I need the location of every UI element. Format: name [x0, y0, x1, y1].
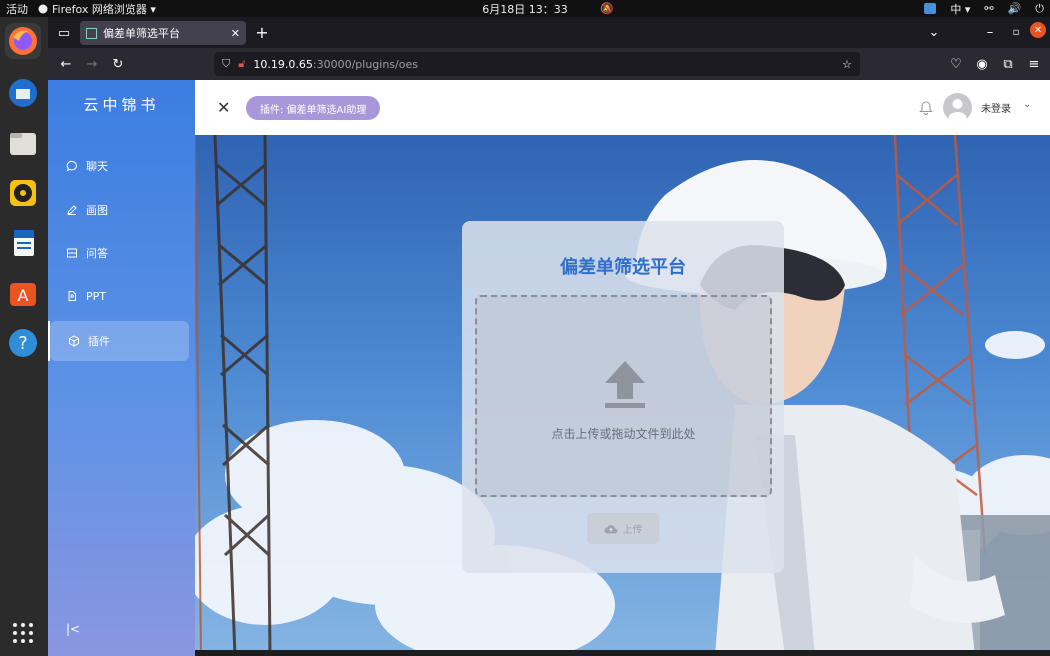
extensions-icon[interactable]: ⧉	[998, 54, 1018, 74]
upload-arrow-icon	[605, 361, 645, 408]
tab-title: 偏差单筛选平台	[103, 27, 180, 40]
sidebar-item-qa[interactable]: 问答	[48, 233, 195, 273]
sidebar-item-label: PPT	[86, 289, 106, 303]
app-menu[interactable]: Firefox 网络浏览器 ▾	[38, 1, 156, 17]
sidebar-item-label: 画图	[86, 204, 108, 217]
help-icon[interactable]: ?	[5, 325, 41, 361]
volume-icon[interactable]: 🔊	[1008, 2, 1022, 15]
plugin-icon	[69, 335, 79, 347]
files-icon[interactable]	[5, 125, 41, 161]
input-method-indicator[interactable]: 中 ▾	[950, 1, 970, 17]
sidebar-item-label: 问答	[86, 247, 108, 260]
reload-icon[interactable]: ↻	[108, 54, 128, 74]
chat-icon	[66, 160, 77, 172]
url-host: 10.19.0.65	[253, 57, 313, 71]
url-bar[interactable]: ⛉ 🔓︎ 10.19.0.65:30000/plugins/oes ☆	[214, 52, 860, 76]
pen-icon	[67, 205, 77, 215]
bell-icon[interactable]	[919, 99, 933, 115]
upload-button[interactable]: 上传	[587, 513, 659, 544]
sidebar-item-chat[interactable]: 聊天	[48, 146, 195, 186]
thunderbird-icon[interactable]	[5, 75, 41, 111]
writer-icon[interactable]	[5, 225, 41, 261]
tab-strip: ▭ 偏差单筛选平台 ✕ + ⌄ – ▫ ✕	[48, 17, 1050, 48]
back-icon[interactable]: ←	[56, 54, 76, 74]
cloud-upload-icon	[604, 524, 617, 533]
firefox-icon[interactable]	[5, 23, 41, 59]
file-drop-zone[interactable]: 点击上传或拖动文件到此处	[475, 295, 772, 497]
sidebar: 云中锦书 聊天 画图 问答 PPT 插件 |<	[48, 80, 195, 656]
qa-icon	[67, 248, 77, 258]
hero-background: 偏差单筛选平台 点击上传或拖动文件到此处 上传	[195, 135, 1050, 656]
app-indicator-icon[interactable]	[924, 3, 937, 14]
browser-chrome: ▭ 偏差单筛选平台 ✕ + ⌄ – ▫ ✕ ← → ↻ ⛉ 🔓︎ 10.19.0…	[48, 17, 1050, 80]
card-title: 偏差单筛选平台	[560, 257, 686, 278]
nav-bar: ← → ↻ ⛉ 🔓︎ 10.19.0.65:30000/plugins/oes …	[48, 48, 1050, 80]
clock[interactable]: 6月18日 13：33	[0, 1, 1050, 17]
svg-text:A: A	[18, 286, 29, 305]
maximize-icon[interactable]: ▫	[1006, 22, 1026, 42]
rhythmbox-icon[interactable]	[5, 175, 41, 211]
ppt-icon	[68, 291, 76, 301]
insecure-lock-icon[interactable]: 🔓︎	[238, 57, 245, 71]
tab-overview-icon[interactable]: ▭	[54, 23, 74, 43]
sidebar-item-draw[interactable]: 画图	[48, 190, 195, 230]
activities-button[interactable]: 活动	[0, 1, 34, 17]
power-icon[interactable]: ⏻	[1035, 2, 1044, 16]
sidebar-item-plugins[interactable]: 插件	[48, 321, 189, 361]
software-center-icon[interactable]: A	[5, 275, 41, 311]
new-tab-icon[interactable]: +	[252, 22, 272, 42]
shield-icon[interactable]: ⛉	[222, 57, 230, 71]
url-text[interactable]: 10.19.0.65:30000/plugins/oes	[253, 58, 418, 71]
menu-icon[interactable]: ≡	[1024, 54, 1044, 74]
bookmark-star-icon[interactable]: ☆	[842, 58, 852, 71]
user-name[interactable]: 未登录	[981, 100, 1011, 115]
account-icon[interactable]: ◉	[972, 54, 992, 74]
sidebar-item-label: 聊天	[86, 160, 108, 173]
firefox-small-icon	[38, 4, 48, 13]
show-apps-icon[interactable]	[5, 615, 41, 651]
app-header: ✕ 插件: 偏差单筛选AI助理 未登录 ⌄	[195, 80, 1050, 135]
web-app: 云中锦书 聊天 画图 问答 PPT 插件 |< ✕ 插件: 偏差单筛选AI助理	[48, 80, 1050, 656]
sidebar-item-ppt[interactable]: PPT	[48, 276, 195, 316]
minimize-icon[interactable]: –	[980, 22, 1000, 42]
close-plugin-icon[interactable]: ✕	[217, 98, 230, 117]
close-window-icon[interactable]: ✕	[1030, 22, 1046, 38]
chevron-down-icon[interactable]: ⌄	[1023, 99, 1031, 110]
notification-muted-icon: 🔕	[600, 2, 614, 15]
forward-icon[interactable]: →	[82, 54, 102, 74]
bottom-edge	[195, 650, 1050, 656]
favicon	[86, 27, 97, 39]
system-top-bar: 活动 Firefox 网络浏览器 ▾ 6月18日 13：33 🔕 中 ▾ ⚯ 🔊…	[0, 0, 1050, 17]
tab-active[interactable]: 偏差单筛选平台 ✕	[80, 21, 246, 45]
upload-button-label: 上传	[622, 525, 643, 536]
plugin-tag[interactable]: 插件: 偏差单筛选AI助理	[246, 96, 381, 120]
app-menu-label: Firefox 网络浏览器 ▾	[52, 2, 156, 16]
upload-card: 偏差单筛选平台 点击上传或拖动文件到此处 上传	[462, 221, 784, 573]
close-tab-icon[interactable]: ✕	[231, 27, 240, 40]
pocket-icon[interactable]: ♡	[946, 54, 966, 74]
list-tabs-icon[interactable]: ⌄	[924, 22, 944, 42]
network-icon[interactable]: ⚯	[984, 2, 993, 15]
dock: A ?	[0, 17, 48, 656]
system-tray[interactable]: 🔕 中 ▾ ⚯ 🔊 ⏻	[600, 0, 1044, 17]
drop-hint: 点击上传或拖动文件到此处	[551, 427, 696, 441]
url-path: :30000/plugins/oes	[312, 57, 418, 71]
svg-text:?: ?	[18, 333, 28, 354]
avatar[interactable]	[943, 93, 972, 122]
collapse-sidebar-icon[interactable]: |<	[66, 622, 80, 636]
sidebar-item-label: 插件	[88, 335, 110, 348]
brand-logo: 云中锦书	[83, 96, 160, 114]
